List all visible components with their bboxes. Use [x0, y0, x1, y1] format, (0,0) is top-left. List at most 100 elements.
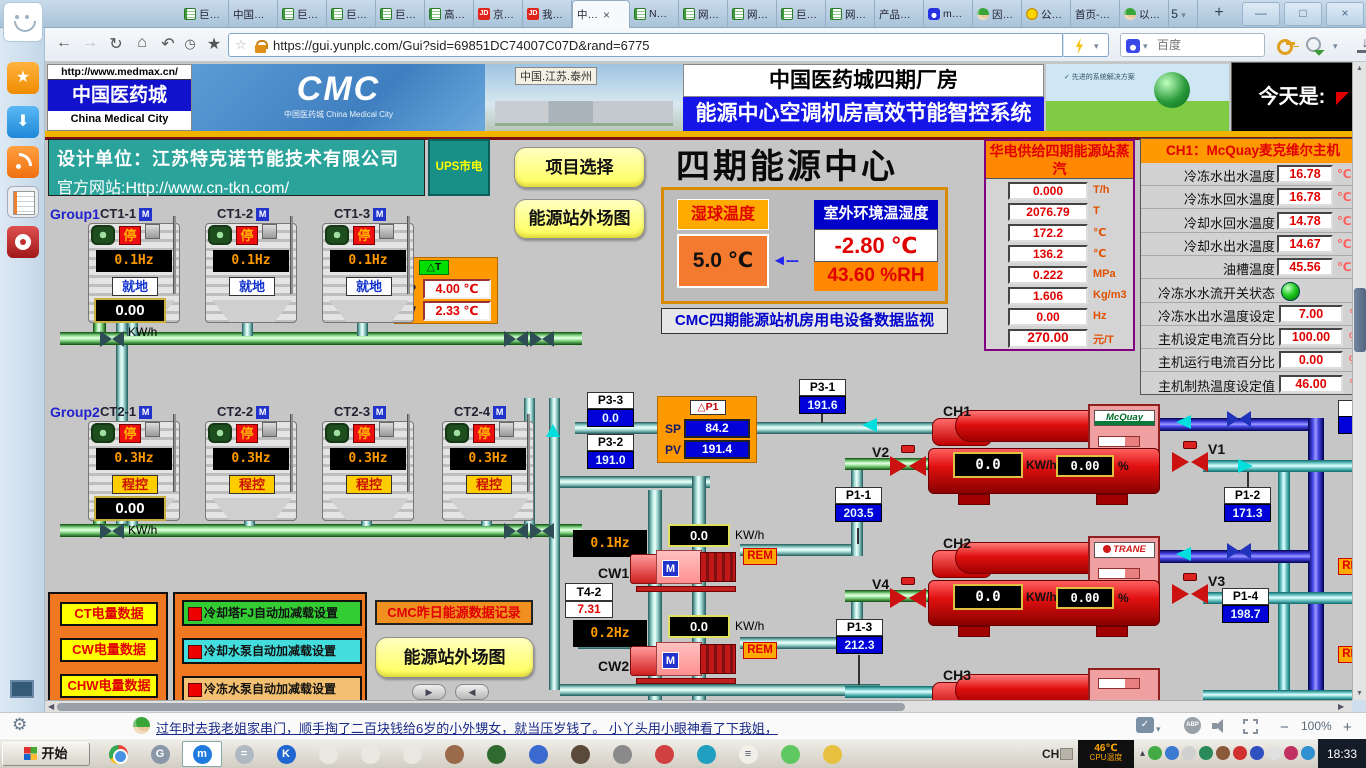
- tray-icon-7[interactable]: [1250, 746, 1264, 760]
- browser-tab[interactable]: 首页-…: [1071, 0, 1120, 28]
- browser-tab[interactable]: 巨…: [180, 0, 229, 28]
- minimize-button[interactable]: —: [1242, 2, 1280, 26]
- scroll-up-icon[interactable]: ▲: [1353, 65, 1366, 72]
- mode-badge[interactable]: 就地: [346, 277, 392, 296]
- favorites-star-button[interactable]: ★: [7, 62, 39, 94]
- valve-v1-graphic[interactable]: [1172, 448, 1208, 472]
- power-data-button[interactable]: CHW电量数据: [60, 674, 158, 698]
- power-monitor-link[interactable]: CMC四期能源站机房用电设备数据监视: [661, 308, 948, 334]
- tab-close-icon[interactable]: ×: [603, 8, 610, 22]
- browser-tab[interactable]: 巨…: [327, 0, 376, 28]
- favorite-star-icon[interactable]: ☆: [235, 37, 247, 53]
- adblock-abp-icon[interactable]: ABP: [1184, 717, 1201, 734]
- tray-icon-9[interactable]: [1284, 746, 1298, 760]
- mode-badge[interactable]: 就地: [112, 277, 158, 296]
- chevron-down-icon[interactable]: ▾: [1333, 41, 1338, 52]
- tray-icon-2[interactable]: [1165, 746, 1179, 760]
- scroll-left-icon[interactable]: ◀: [48, 702, 54, 711]
- ime-keyboard-icon[interactable]: [1060, 748, 1073, 760]
- scrollbar-thumb[interactable]: [57, 703, 905, 711]
- tray-icon-10[interactable]: [1301, 746, 1315, 760]
- m-badge[interactable]: M: [373, 208, 386, 221]
- m-badge[interactable]: M: [373, 406, 386, 419]
- wechat-app-taskbar-button[interactable]: [770, 741, 810, 767]
- app-4-taskbar-button[interactable]: [476, 741, 516, 767]
- zoom-in-button[interactable]: +: [1343, 719, 1352, 736]
- notes-button[interactable]: [7, 186, 39, 218]
- avatar-1-taskbar-button[interactable]: [434, 741, 474, 767]
- auto-load-setting-button[interactable]: 冷却塔FJ自动加减载设置: [182, 600, 362, 626]
- close-button[interactable]: ×: [1326, 2, 1364, 26]
- pager-next-button[interactable]: ▶: [412, 684, 446, 700]
- avatar-2-taskbar-button[interactable]: [560, 741, 600, 767]
- browser-tab[interactable]: 公…: [1022, 0, 1071, 28]
- taskbar-clock[interactable]: 18:33: [1318, 739, 1366, 768]
- quick-action-button[interactable]: ▾: [1063, 33, 1109, 57]
- g-app-taskbar-button[interactable]: G: [140, 741, 180, 767]
- m-badge[interactable]: M: [139, 406, 152, 419]
- energy-record-button[interactable]: CMC昨日能源数据记录: [375, 600, 533, 625]
- calculator-taskbar-button[interactable]: =: [224, 741, 264, 767]
- medmax-logo-block[interactable]: http://www.medmax.cn/ 中国医药城 China Medica…: [47, 64, 192, 131]
- search-input[interactable]: [1157, 35, 1257, 55]
- address-bar[interactable]: ☆: [228, 33, 1063, 57]
- search-box[interactable]: ▾: [1120, 33, 1265, 57]
- download-icon[interactable]: ↓: [1357, 35, 1366, 53]
- browser-tab[interactable]: 巨…: [376, 0, 425, 28]
- gear-icon[interactable]: ⚙: [12, 715, 27, 735]
- browser-tab[interactable]: 因…: [973, 0, 1022, 28]
- valve-v3-graphic[interactable]: [1172, 580, 1208, 604]
- mode-badge[interactable]: 就地: [229, 277, 275, 296]
- password-key-icon[interactable]: [1277, 38, 1295, 52]
- chrome-taskbar-button[interactable]: [98, 741, 138, 767]
- horizontal-scrollbar[interactable]: ◀ ▶: [45, 700, 1352, 712]
- auto-load-setting-button[interactable]: 冷却水泵自动加减载设置: [182, 638, 362, 664]
- tray-icon-4[interactable]: [1199, 746, 1213, 760]
- tray-icon-1[interactable]: [1148, 746, 1162, 760]
- bookmark-star-button[interactable]: ★: [203, 34, 225, 54]
- m-badge[interactable]: M: [256, 406, 269, 419]
- refresh-button[interactable]: ↻: [105, 34, 127, 54]
- tray-icon-3[interactable]: [1182, 746, 1196, 760]
- scroll-right-icon[interactable]: ▶: [1338, 702, 1344, 711]
- browser-tab[interactable]: 网…: [728, 0, 777, 28]
- scroll-down-icon[interactable]: ▼: [1353, 690, 1366, 697]
- m-badge[interactable]: M: [493, 406, 506, 419]
- history-clock-icon[interactable]: ◷: [179, 36, 201, 52]
- mode-badge[interactable]: 程控: [112, 475, 158, 494]
- url-input[interactable]: [273, 35, 1053, 55]
- browser-tab[interactable]: 巨…: [777, 0, 826, 28]
- notes-app-taskbar-button[interactable]: ≡: [728, 741, 768, 767]
- browser-logo[interactable]: [3, 2, 43, 42]
- power-data-button[interactable]: CT电量数据: [60, 602, 158, 626]
- browser-tab[interactable]: 网…: [679, 0, 728, 28]
- k-app-taskbar-button[interactable]: K: [266, 741, 306, 767]
- m-badge[interactable]: M: [139, 208, 152, 221]
- news-ticker-link[interactable]: 过年时去我老姐家串门，顺手掏了二百块钱给6岁的小外甥女，就当压岁钱了。 小丫头用…: [156, 718, 778, 737]
- m-app-taskbar-button[interactable]: m: [182, 741, 222, 767]
- tab-counter-dropdown[interactable]: 5 ▾: [1160, 0, 1198, 28]
- chevron-down-icon[interactable]: ▾: [1143, 41, 1148, 52]
- mode-badge[interactable]: 程控: [466, 475, 512, 494]
- rss-button[interactable]: [7, 146, 39, 178]
- language-indicator[interactable]: CH: [1042, 747, 1059, 761]
- tray-expand-icon[interactable]: ▴: [1140, 748, 1145, 759]
- auto-load-setting-button[interactable]: 冷冻水泵自动加减载设置: [182, 676, 362, 700]
- zoom-out-button[interactable]: −: [1280, 719, 1289, 736]
- browser-tab[interactable]: 中国…: [229, 0, 278, 28]
- start-button[interactable]: 开始: [2, 742, 90, 766]
- browser-tab[interactable]: 产品…: [875, 0, 924, 28]
- restore-button[interactable]: □: [1284, 2, 1322, 26]
- search-go-icon[interactable]: [1305, 36, 1323, 54]
- globe-app-taskbar-button[interactable]: [518, 741, 558, 767]
- browser-tab[interactable]: JD我…: [523, 0, 572, 28]
- tray-icon-8[interactable]: [1267, 746, 1281, 760]
- app-2-taskbar-button[interactable]: [350, 741, 390, 767]
- tray-icon-5[interactable]: [1216, 746, 1230, 760]
- vertical-scrollbar[interactable]: ▲ ▼: [1352, 62, 1366, 700]
- mode-badge[interactable]: 程控: [229, 475, 275, 494]
- browser-tab[interactable]: 高…: [425, 0, 474, 28]
- new-tab-button[interactable]: +: [1204, 0, 1234, 28]
- browser-tab-active[interactable]: 中…×: [572, 0, 630, 28]
- browser-tab[interactable]: JD京…: [474, 0, 523, 28]
